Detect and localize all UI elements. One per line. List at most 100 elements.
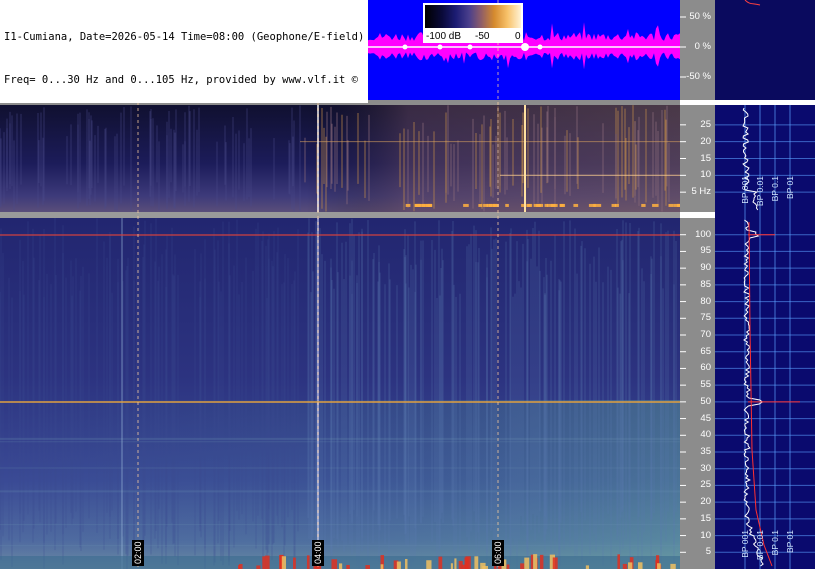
low-burst: [652, 203, 659, 207]
waveform-tick-label: -50 %: [686, 71, 711, 82]
colorbar-label-mid: -50: [475, 31, 490, 42]
bp-label: BP 01: [785, 530, 795, 554]
colorbar-label-max: 0: [515, 31, 521, 42]
header-frequency: Freq= 0...30 Hz and 0...105 Hz, provided…: [4, 74, 359, 86]
bp-label: BP 001: [740, 530, 750, 558]
hot-burst: [638, 562, 643, 569]
hot-burst: [539, 554, 544, 569]
chart-header: I1-Cumiana, Date=2026-05-14 Time=08:00 (…: [0, 0, 369, 103]
waveform-tick-label: 0 %: [694, 41, 711, 52]
hot-burst: [530, 554, 534, 569]
low-burst: [463, 203, 469, 207]
hot-burst: [281, 556, 287, 569]
hot-burst: [465, 556, 471, 569]
spectrogram-high-tick-label: 45: [700, 412, 711, 424]
spectrogram-high-tick-label: 85: [700, 278, 711, 290]
spectrogram-high-tick-label: 40: [700, 429, 711, 441]
hot-burst: [670, 563, 676, 569]
spectrogram-high-tick-label: 30: [700, 462, 711, 474]
spectrogram-high-tick-label: 50: [700, 395, 711, 407]
spectrogram-high-tick-label: 90: [700, 262, 711, 274]
spectrogram-high-tick-label: 5: [705, 546, 711, 558]
spectrogram-low-tick-label: 5 Hz: [691, 186, 711, 198]
bp-label: BP 01: [785, 176, 795, 200]
low-burst: [427, 203, 432, 207]
waveform-spike: [521, 43, 529, 51]
hot-burst: [331, 559, 338, 569]
low-burst: [593, 203, 602, 207]
hot-burst: [238, 563, 243, 569]
panel-separator: [0, 212, 680, 218]
bp-label: BP 0.01: [755, 530, 765, 561]
hot-burst: [627, 562, 633, 569]
spectrum-separator: [715, 100, 815, 105]
colorbar-gradient: [425, 5, 521, 28]
spectrogram-low-tick-label: 25: [700, 118, 711, 130]
bp-label: BP 0.01: [755, 176, 765, 207]
waveform-spike: [402, 44, 408, 50]
bp-label: BP 0.1: [770, 176, 780, 202]
spectrogram-high-tick-label: 20: [700, 496, 711, 508]
spectrogram-high-tick-label: 35: [700, 446, 711, 457]
spectrogram-high-tick-label: 100: [695, 228, 711, 240]
hot-burst: [256, 565, 261, 569]
low-burst: [668, 203, 674, 207]
low-burst: [559, 203, 564, 207]
hot-burst: [552, 557, 558, 569]
spectrogram-high-activity: [0, 400, 680, 569]
hot-burst: [396, 561, 401, 569]
spectrogram-high-tick-label: 95: [700, 245, 711, 257]
low-burst: [405, 203, 411, 207]
hot-burst: [474, 556, 479, 569]
hot-burst: [264, 555, 270, 569]
spectrogram-low-tick-label: 10: [700, 169, 711, 181]
spectrogram-high-tick-label: 80: [700, 295, 711, 307]
hot-burst: [438, 556, 443, 569]
hot-burst: [506, 564, 510, 569]
low-burst: [550, 203, 556, 207]
waveform-spike: [437, 44, 443, 50]
hot-burst: [346, 564, 350, 569]
hot-burst: [454, 558, 457, 569]
axis-separator: [680, 100, 715, 105]
spectrogram-low-tick-label: 15: [700, 152, 711, 164]
low-burst: [573, 203, 579, 207]
spectrogram-low-tick-label: 20: [700, 135, 711, 147]
spectrum-panel-top: [715, 0, 815, 100]
spectrogram-high-tick-label: 75: [700, 312, 711, 324]
hot-burst: [458, 560, 463, 569]
hot-burst: [380, 564, 384, 569]
waveform-tick-label: 50 %: [689, 11, 711, 22]
colorbar-legend: -100 dB -50 0: [423, 3, 523, 43]
hot-burst: [622, 563, 628, 569]
hot-burst: [405, 558, 408, 569]
hot-burst: [262, 556, 266, 569]
hot-burst: [426, 560, 432, 569]
spectrogram-high-tick-label: 65: [700, 345, 711, 357]
waveform-spike: [537, 44, 543, 50]
spectrogram-high-tick-label: 60: [700, 362, 711, 374]
low-burst: [611, 203, 617, 207]
low-burst: [505, 203, 509, 207]
hot-burst: [585, 565, 589, 569]
time-label: 04:00: [312, 540, 324, 566]
low-burst: [544, 203, 548, 207]
spectrogram-high-tick-label: 10: [700, 529, 711, 541]
hot-burst: [365, 565, 370, 569]
hot-burst: [533, 554, 538, 569]
hot-burst: [339, 563, 343, 569]
colorbar-label-min: -100 dB: [426, 31, 462, 42]
hot-burst: [524, 557, 530, 569]
spectrogram-high-tick-label: 15: [700, 512, 711, 524]
hot-burst: [450, 563, 453, 569]
low-burst: [478, 203, 483, 207]
low-burst: [526, 203, 531, 207]
hot-burst: [617, 554, 621, 569]
spectrogram-high-tick-label: 25: [700, 479, 711, 491]
waveform-spike: [467, 44, 473, 50]
low-burst: [538, 203, 544, 207]
hot-burst: [293, 557, 296, 569]
bp-label: BP 001: [740, 176, 750, 204]
hot-burst: [306, 555, 310, 569]
hot-burst: [657, 563, 661, 569]
